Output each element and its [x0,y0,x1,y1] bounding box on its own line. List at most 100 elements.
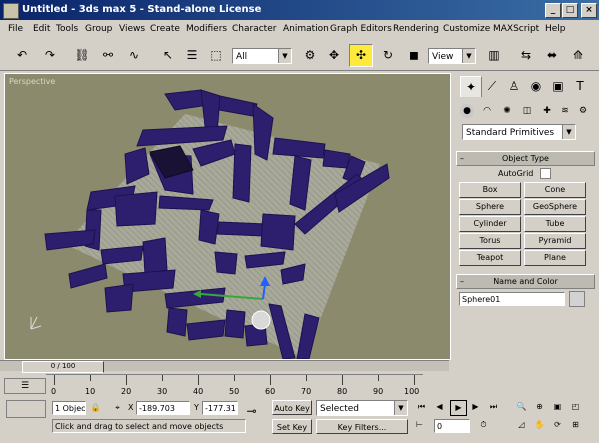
object-color-swatch[interactable] [569,291,585,307]
mini-curve-editor-icon[interactable]: ☰ [4,378,46,394]
reference-coordinate-dropdown[interactable]: View ▼ [428,48,476,64]
systems-icon[interactable]: ⚙ [576,104,590,118]
display-tab-icon[interactable]: ▣ [548,76,568,96]
pan-icon[interactable]: ✋ [532,418,547,432]
sphere-object[interactable] [251,310,271,330]
close-button[interactable]: × [581,3,597,18]
track-bar[interactable]: 0 10 20 30 40 50 60 70 80 90 100 [46,374,423,399]
undo-icon[interactable]: ↶ [10,44,34,67]
play-icon[interactable]: ▶ [450,400,467,416]
align-icon[interactable]: ⬌ [540,44,564,67]
chevron-down-icon: ▼ [394,401,407,415]
create-tab-icon[interactable]: ✦ [460,76,482,97]
menu-character[interactable]: Character [232,24,276,34]
pivot-center-icon[interactable]: ▥ [482,44,506,67]
object-type-rollout[interactable]: – Object Type [456,151,595,166]
auto-key-dropdown[interactable]: Selected ▼ [316,400,408,416]
menu-modifiers[interactable]: Modifiers [186,24,227,34]
minimize-button[interactable]: _ [545,3,561,18]
zoom-extents-icon[interactable]: ▣ [550,400,565,414]
autogrid-checkbox[interactable] [540,168,551,179]
menu-tools[interactable]: Tools [56,24,78,34]
time-configuration-icon[interactable]: ⏱ [476,418,491,432]
box-button[interactable]: Box [459,182,521,198]
menu-maxscript[interactable]: MAXScript [493,24,539,34]
current-frame-field[interactable]: 0 [434,419,470,433]
menu-views[interactable]: Views [119,24,145,34]
name-color-rollout[interactable]: – Name and Color [456,274,595,289]
perspective-viewport[interactable]: Perspective [4,73,451,360]
menu-create[interactable]: Create [150,24,180,34]
absolute-mode-icon[interactable]: ⌖ [110,401,125,415]
key-mode-toggle-icon[interactable]: ⊢ [412,418,427,432]
scale-icon[interactable]: ◼ [402,44,426,67]
y-coordinate-field[interactable]: -177.31 [202,401,238,415]
menu-help[interactable]: Help [545,24,566,34]
pyramid-button[interactable]: Pyramid [524,233,586,249]
maximize-viewport-icon[interactable]: ⊞ [568,418,583,432]
select-by-name-icon[interactable]: ☰ [180,44,204,67]
menu-rendering[interactable]: Rendering [393,24,439,34]
hierarchy-tab-icon[interactable]: ♙ [504,76,524,96]
cone-button[interactable]: Cone [524,182,586,198]
field-of-view-icon[interactable]: ◿ [514,418,529,432]
torus-button[interactable]: Torus [459,233,521,249]
menu-file[interactable]: File [8,24,23,34]
lock-selection-icon[interactable]: 🔒 [88,401,103,415]
category-dropdown[interactable]: Standard Primitives ▼ [462,124,576,140]
helpers-icon[interactable]: ✚ [540,104,554,118]
shapes-icon[interactable]: ◠ [480,104,494,118]
autogrid-label: AutoGrid [498,169,534,178]
previous-frame-icon[interactable]: ◀ [432,400,447,414]
region-select-icon[interactable]: ⬚ [204,44,228,67]
geometry-icon[interactable]: ● [460,104,474,118]
menu-graph-editors[interactable]: Graph Editors [330,24,392,34]
time-slider[interactable]: 0 / 100 [22,361,104,373]
zoom-icon[interactable]: 🔍 [514,400,529,414]
teapot-button[interactable]: Teapot [459,250,521,266]
go-to-start-icon[interactable]: ⏮ [414,400,429,414]
sphere-button[interactable]: Sphere [459,199,521,215]
time-slider-track[interactable]: 0 / 100 [0,360,449,373]
lights-icon[interactable]: ✺ [500,104,514,118]
zoom-extents-all-icon[interactable]: ◰ [568,400,583,414]
menu-animation[interactable]: Animation [283,24,329,34]
mirror-icon[interactable]: ⇆ [514,44,538,67]
rotate-icon[interactable]: ↻ [376,44,400,67]
utilities-tab-icon[interactable]: T [570,76,590,96]
arc-rotate-icon[interactable]: ⟳ [550,418,565,432]
x-coordinate-field[interactable]: -189.703 [136,401,190,415]
menu-edit[interactable]: Edit [33,24,50,34]
named-selection-icon[interactable]: ⟰ [566,44,590,67]
unlink-selection-icon[interactable]: ⚯ [96,44,120,67]
move-tool-icon[interactable]: ✣ [349,44,373,67]
maximize-button[interactable]: □ [562,3,578,18]
selection-filter-dropdown[interactable]: All ▼ [232,48,292,64]
modify-tab-icon[interactable]: ⟋ [482,76,502,96]
plane-button[interactable]: Plane [524,250,586,266]
set-key-button[interactable]: Set Key [272,419,312,434]
cylinder-button[interactable]: Cylinder [459,216,521,232]
maxscript-listener-box[interactable] [6,400,46,418]
select-object-icon[interactable]: ↖ [156,44,180,67]
redo-icon[interactable]: ↷ [38,44,62,67]
go-to-end-icon[interactable]: ⏭ [486,400,501,414]
select-and-manipulate-icon[interactable]: ⚙ [298,44,322,67]
bind-to-space-warp-icon[interactable]: ∿ [122,44,146,67]
menu-customize[interactable]: Customize [443,24,490,34]
x-label: X [128,403,134,412]
chevron-down-icon: ▼ [562,125,575,139]
key-filters-button[interactable]: Key Filters... [316,419,408,434]
zoom-all-icon[interactable]: ⊕ [532,400,547,414]
select-and-move-icon[interactable]: ✥ [322,44,346,67]
next-frame-icon[interactable]: ▶ [468,400,483,414]
menu-group[interactable]: Group [85,24,112,34]
motion-tab-icon[interactable]: ◉ [526,76,546,96]
object-name-field[interactable]: Sphere01 [459,292,565,306]
auto-key-button[interactable]: Auto Key [272,400,312,415]
cameras-icon[interactable]: ◫ [520,104,534,118]
space-warps-icon[interactable]: ≋ [558,104,572,118]
geosphere-button[interactable]: GeoSphere [524,199,586,215]
select-and-link-icon[interactable]: ⛓ [70,44,94,67]
tube-button[interactable]: Tube [524,216,586,232]
